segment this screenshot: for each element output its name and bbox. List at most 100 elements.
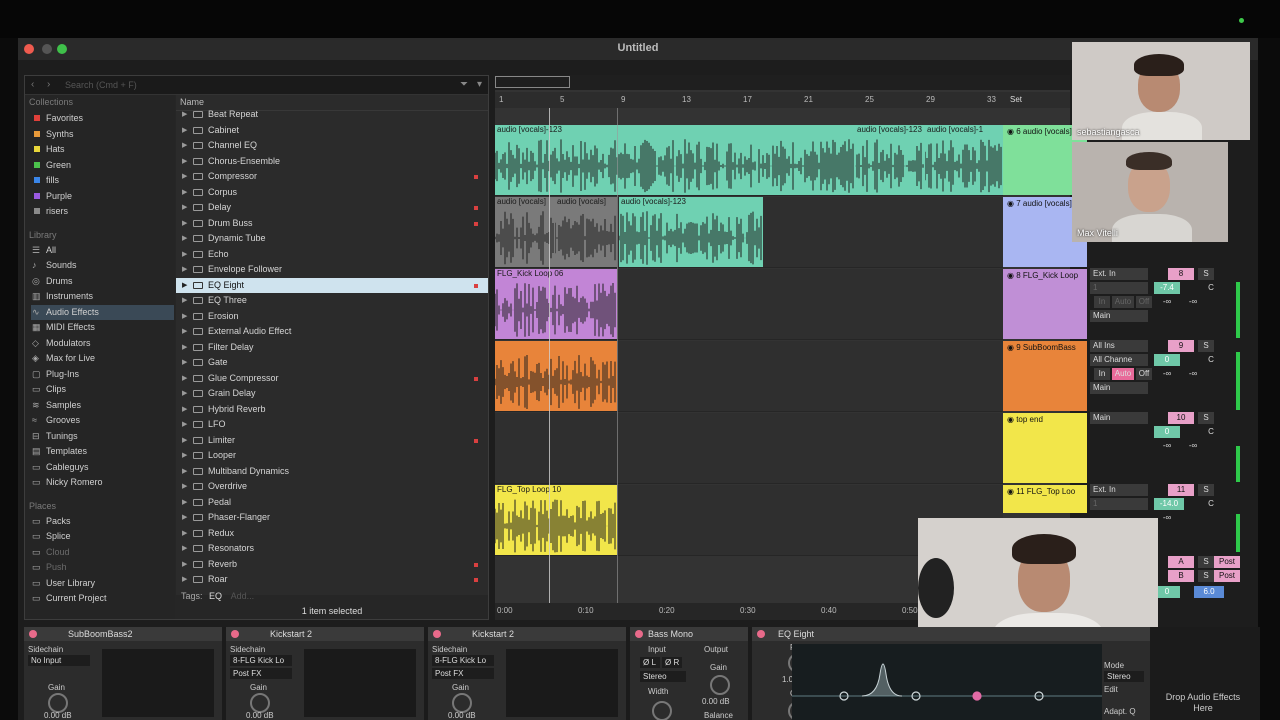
drop-audio-effects-zone[interactable]: Drop Audio Effects Here bbox=[1155, 692, 1251, 714]
track-name[interactable]: 11 FLG_Top Loo bbox=[1016, 487, 1075, 496]
expand-arrow-icon[interactable]: ▶ bbox=[182, 402, 187, 418]
add-tag-button[interactable]: Add... bbox=[231, 591, 255, 601]
expand-arrow-icon[interactable]: ▶ bbox=[182, 572, 187, 588]
back-arrow-icon[interactable]: ‹ bbox=[31, 79, 34, 90]
forward-arrow-icon[interactable]: › bbox=[47, 79, 50, 90]
expand-arrow-icon[interactable]: ▶ bbox=[182, 216, 187, 232]
track11-pan[interactable]: C bbox=[1198, 498, 1224, 510]
track9-send-b[interactable]: -∞ bbox=[1180, 368, 1206, 380]
browser-item-erosion[interactable]: ▶ Erosion bbox=[176, 309, 488, 325]
track10-output[interactable]: Main bbox=[1090, 412, 1148, 424]
expand-arrow-icon[interactable]: ▶ bbox=[182, 169, 187, 185]
library-modulators[interactable]: ◇ Modulators bbox=[31, 336, 174, 351]
sidechain-source-dropdown[interactable]: 8-FLG Kick Lo bbox=[432, 655, 494, 666]
place-packs[interactable]: ▭ Packs bbox=[31, 514, 174, 529]
gain-value[interactable]: 0.00 dB bbox=[702, 697, 730, 706]
fold-arrow-icon[interactable]: ◉ bbox=[1007, 343, 1016, 352]
expand-arrow-icon[interactable]: ▶ bbox=[182, 293, 187, 309]
place-splice[interactable]: ▭ Splice bbox=[31, 529, 174, 544]
track-header-8-flg-kick-loop[interactable]: ◉ 8 FLG_Kick Loop bbox=[1003, 269, 1087, 339]
expand-arrow-icon[interactable]: ▶ bbox=[182, 309, 187, 325]
browser-item-hybrid-reverb[interactable]: ▶ Hybrid Reverb bbox=[176, 402, 488, 418]
audio-clip[interactable]: audio [vocals]-123 bbox=[855, 125, 925, 195]
library-all[interactable]: ☰ All bbox=[31, 243, 174, 258]
track9-output[interactable]: Main bbox=[1090, 382, 1148, 394]
track11-input-type[interactable]: Ext. In bbox=[1090, 484, 1148, 496]
sidechain-tap-dropdown[interactable]: Post FX bbox=[230, 668, 292, 679]
filter-icon[interactable]: ⏷ bbox=[460, 79, 468, 90]
browser-item-cabinet[interactable]: ▶ Cabinet bbox=[176, 123, 488, 139]
eq-eight-display[interactable] bbox=[792, 644, 1102, 720]
track-header-top-end[interactable]: ◉ top end bbox=[1003, 413, 1087, 483]
browser-item-envelope-follower[interactable]: ▶ Envelope Follower bbox=[176, 262, 488, 278]
place-current-project[interactable]: ▭ Current Project bbox=[31, 591, 174, 606]
expand-arrow-icon[interactable]: ▶ bbox=[182, 107, 187, 123]
track-name[interactable]: 6 audio [vocals] bbox=[1016, 127, 1072, 136]
track-name[interactable]: 8 FLG_Kick Loop bbox=[1016, 271, 1078, 280]
track9-monitor-in[interactable]: In bbox=[1094, 368, 1110, 380]
expand-arrow-icon[interactable]: ▶ bbox=[182, 448, 187, 464]
expand-arrow-icon[interactable]: ▶ bbox=[182, 510, 187, 526]
browser-item-eq-eight[interactable]: ▶ EQ Eight bbox=[176, 277, 488, 293]
device-power-icon[interactable] bbox=[757, 630, 765, 638]
library-drums[interactable]: ◎ Drums bbox=[31, 274, 174, 289]
browser-item-overdrive[interactable]: ▶ Overdrive bbox=[176, 479, 488, 495]
tag-eq[interactable]: EQ bbox=[209, 591, 222, 601]
track9-monitor-off[interactable]: Off bbox=[1136, 368, 1152, 380]
browser-item-gate[interactable]: ▶ Gate bbox=[176, 355, 488, 371]
expand-arrow-icon[interactable]: ▶ bbox=[182, 340, 187, 356]
track10-solo[interactable]: S bbox=[1198, 412, 1214, 424]
expand-arrow-icon[interactable]: ▶ bbox=[182, 464, 187, 480]
browser-item-limiter[interactable]: ▶ Limiter bbox=[176, 433, 488, 449]
browser-item-reverb[interactable]: ▶ Reverb bbox=[176, 557, 488, 573]
collection-fills[interactable]: fills bbox=[31, 173, 174, 188]
track8-monitor-in[interactable]: In bbox=[1094, 296, 1110, 308]
track9-number[interactable]: 9 bbox=[1168, 340, 1194, 352]
track8-number[interactable]: 8 bbox=[1168, 268, 1194, 280]
track9-volume[interactable]: 0 bbox=[1154, 354, 1180, 366]
fold-arrow-icon[interactable]: ◉ bbox=[1007, 127, 1016, 136]
return-a-post[interactable]: Post bbox=[1214, 556, 1240, 568]
return-a-number[interactable]: A bbox=[1168, 556, 1194, 568]
collection-green[interactable]: Green bbox=[31, 158, 174, 173]
return-b-number[interactable]: B bbox=[1168, 570, 1194, 582]
browser-item-roar[interactable]: ▶ Roar bbox=[176, 572, 488, 588]
browser-item-eq-three[interactable]: ▶ EQ Three bbox=[176, 293, 488, 309]
track8-input-channel[interactable]: 1 bbox=[1090, 282, 1148, 294]
fold-arrow-icon[interactable]: ◉ bbox=[1007, 415, 1016, 424]
track10-pan[interactable]: C bbox=[1198, 426, 1224, 438]
browser-item-compressor[interactable]: ▶ Compressor bbox=[176, 169, 488, 185]
track8-output[interactable]: Main bbox=[1090, 310, 1148, 322]
gain-knob[interactable] bbox=[710, 675, 730, 695]
library-max-for-live[interactable]: ◈ Max for Live bbox=[31, 351, 174, 366]
gain-knob[interactable] bbox=[48, 693, 68, 713]
track8-monitor-off[interactable]: Off bbox=[1136, 296, 1152, 308]
audio-clip[interactable]: audio [vocals] bbox=[555, 197, 617, 267]
edit-label[interactable]: Edit bbox=[1104, 685, 1118, 694]
fold-arrow-icon[interactable]: ◉ bbox=[1007, 487, 1016, 496]
device-header[interactable]: Bass Mono bbox=[630, 627, 748, 641]
device-header[interactable]: SubBoomBass2 bbox=[24, 627, 222, 641]
browser-item-looper[interactable]: ▶ Looper bbox=[176, 448, 488, 464]
audio-clip[interactable] bbox=[495, 341, 617, 411]
track8-input-type[interactable]: Ext. In bbox=[1090, 268, 1148, 280]
library-grooves[interactable]: ≈ Grooves bbox=[31, 413, 174, 428]
browser-item-pedal[interactable]: ▶ Pedal bbox=[176, 495, 488, 511]
expand-arrow-icon[interactable]: ▶ bbox=[182, 138, 187, 154]
track-name[interactable]: 7 audio [vocals] bbox=[1016, 199, 1072, 208]
device-kickstart-2[interactable]: Kickstart 2 Sidechain 8-FLG Kick Lo Post FX… bbox=[428, 627, 626, 720]
browser-item-glue-compressor[interactable]: ▶ Glue Compressor bbox=[176, 371, 488, 387]
track8-pan[interactable]: C bbox=[1198, 282, 1224, 294]
track9-input-type[interactable]: All Ins bbox=[1090, 340, 1148, 352]
track8-solo[interactable]: S bbox=[1198, 268, 1214, 280]
track9-solo[interactable]: S bbox=[1198, 340, 1214, 352]
expand-arrow-icon[interactable]: ▶ bbox=[182, 433, 187, 449]
expand-arrow-icon[interactable]: ▶ bbox=[182, 495, 187, 511]
width-knob[interactable] bbox=[652, 701, 672, 720]
device-header[interactable]: EQ Eight bbox=[752, 627, 1150, 641]
collection-hats[interactable]: Hats bbox=[31, 142, 174, 157]
expand-arrow-icon[interactable]: ▶ bbox=[182, 355, 187, 371]
track11-volume[interactable]: -14.0 bbox=[1154, 498, 1184, 510]
collection-synths[interactable]: Synths bbox=[31, 127, 174, 142]
expand-arrow-icon[interactable]: ▶ bbox=[182, 185, 187, 201]
